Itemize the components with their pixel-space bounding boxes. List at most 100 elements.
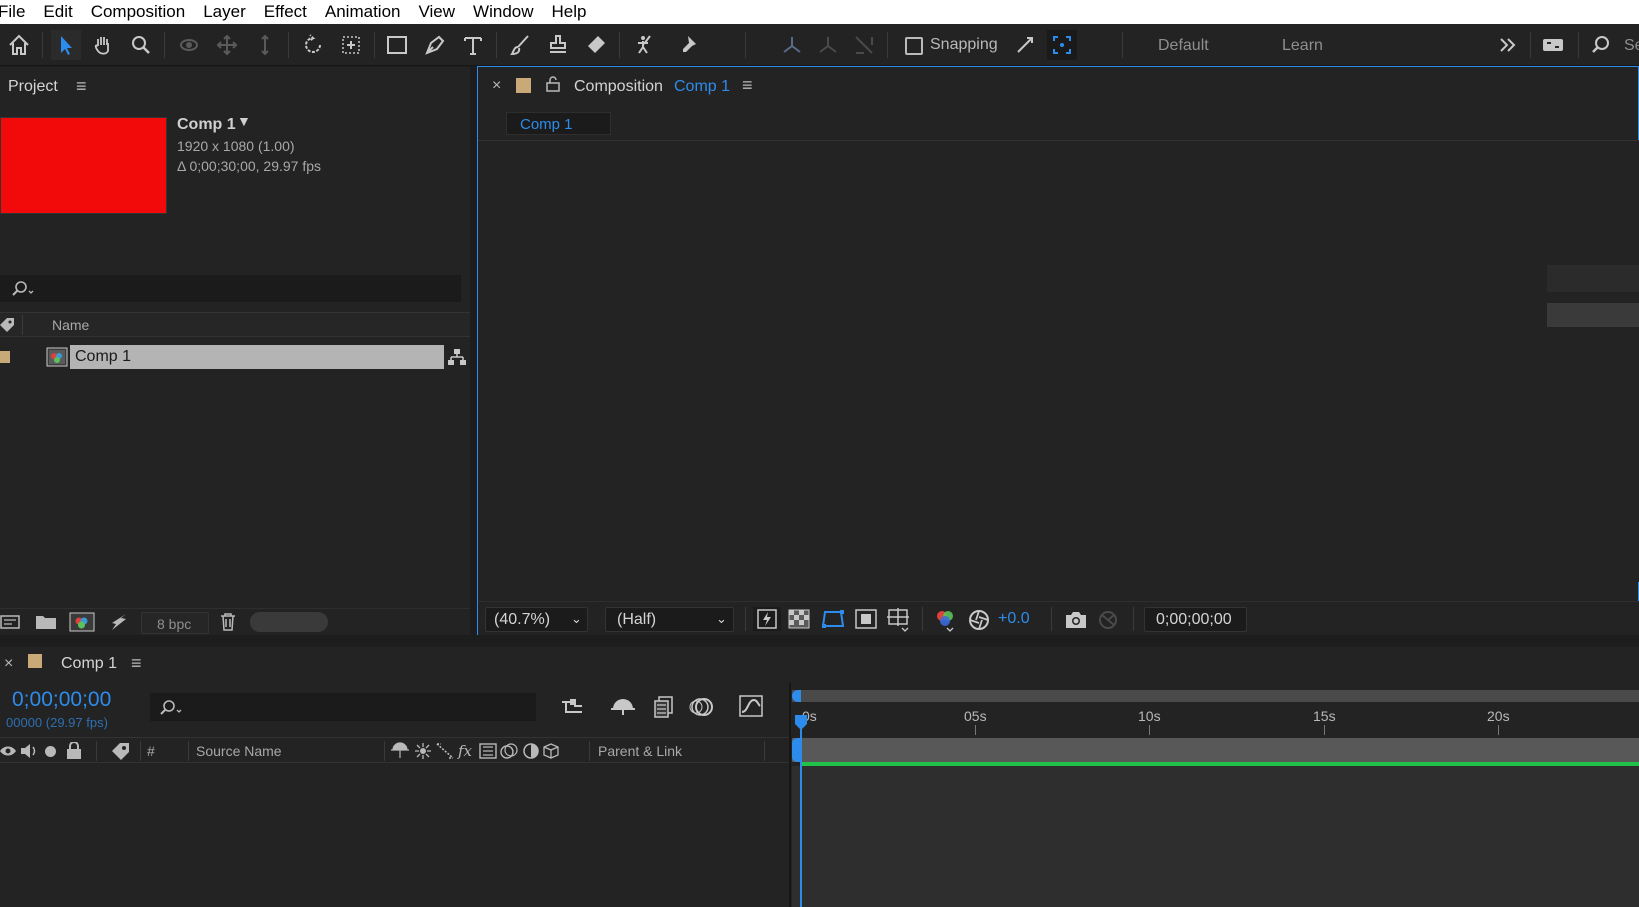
label-color-swatch[interactable] [516, 78, 531, 93]
layer-number-column-header[interactable]: # [147, 743, 155, 759]
anchor-point-tool-icon[interactable] [336, 30, 366, 60]
search-help-input[interactable]: Se [1624, 37, 1639, 55]
exposure-value[interactable]: +0.0 [998, 610, 1030, 628]
close-tab-icon[interactable]: × [4, 655, 13, 673]
world-axis-icon[interactable] [813, 30, 843, 60]
more-workspaces-icon[interactable] [1493, 30, 1523, 60]
source-name-column-header[interactable]: Source Name [196, 743, 282, 759]
timeline-track-area[interactable] [792, 766, 1639, 907]
project-search-input[interactable] [0, 275, 461, 302]
interpret-footage-icon[interactable] [0, 613, 20, 636]
dolly-camera-icon[interactable] [250, 30, 280, 60]
time-navigator-start-handle[interactable] [792, 690, 801, 702]
mask-path-visibility-icon[interactable] [821, 609, 845, 634]
menu-edit[interactable]: Edit [43, 2, 72, 22]
menu-effect[interactable]: Effect [264, 2, 307, 22]
playhead-line[interactable] [800, 729, 802, 907]
camera-icon[interactable] [1064, 610, 1088, 635]
project-panel-title[interactable]: Project [8, 78, 58, 96]
zoom-tool-icon[interactable] [126, 30, 156, 60]
transparency-grid-icon[interactable] [788, 609, 810, 634]
current-time-display[interactable]: 0;00;00;00 [1144, 607, 1247, 632]
brush-tool-icon[interactable] [505, 30, 535, 60]
composition-tab-name[interactable]: Comp 1 [674, 78, 730, 96]
region-of-interest-icon[interactable] [855, 609, 877, 634]
panel-menu-icon[interactable]: ≡ [131, 653, 142, 674]
work-area-bar[interactable] [792, 738, 1639, 762]
show-channel-icon[interactable] [933, 608, 957, 637]
timeline-current-time[interactable]: 0;00;00;00 [12, 688, 111, 712]
project-bit-depth-button[interactable]: 8 bpc [141, 612, 209, 634]
label-column-icon[interactable] [0, 317, 16, 338]
comp-info-dropdown-icon[interactable]: ▼ [237, 113, 251, 129]
composition-tab-prefix[interactable]: Composition [574, 78, 663, 96]
orbit-camera-icon[interactable] [174, 30, 204, 60]
grid-guides-icon[interactable] [886, 607, 912, 638]
graph-editor-icon[interactable] [738, 694, 764, 723]
flowchart-icon[interactable] [448, 349, 466, 370]
timeline-search-input[interactable] [150, 693, 536, 721]
resolution-select[interactable]: (Half) ⌄ [605, 607, 734, 632]
selection-tool-icon[interactable] [51, 30, 81, 60]
menu-file[interactable]: File [0, 2, 25, 22]
clone-stamp-tool-icon[interactable] [543, 30, 573, 60]
menu-composition[interactable]: Composition [91, 2, 186, 22]
fast-previews-icon[interactable] [753, 607, 781, 631]
menu-window[interactable]: Window [473, 2, 533, 22]
shy-layers-icon[interactable] [610, 695, 636, 722]
workspace-default[interactable]: Default [1158, 37, 1209, 55]
trash-icon[interactable] [218, 612, 238, 637]
parent-link-column-header[interactable]: Parent & Link [598, 743, 682, 759]
new-folder-icon[interactable] [35, 613, 57, 636]
frame-blending-icon[interactable] [651, 695, 675, 724]
rectangle-tool-icon[interactable] [382, 30, 412, 60]
pen-tool-icon[interactable] [420, 30, 450, 60]
magnification-select[interactable]: (40.7%) ⌄ [485, 607, 588, 632]
eye-icon[interactable] [0, 744, 16, 763]
label-color-swatch[interactable] [28, 654, 42, 668]
workspace-learn[interactable]: Learn [1282, 37, 1323, 55]
label-column-icon[interactable] [111, 742, 131, 765]
menu-view[interactable]: View [419, 2, 456, 22]
label-color-swatch[interactable] [0, 351, 10, 363]
local-axis-icon[interactable] [777, 30, 807, 60]
close-tab-icon[interactable]: × [492, 77, 501, 95]
time-navigator[interactable] [792, 690, 1639, 702]
search-help-icon[interactable] [1586, 30, 1616, 60]
puppet-pin-tool-icon[interactable] [675, 30, 705, 60]
layer-outline-area[interactable] [0, 764, 790, 907]
rotate-tool-icon[interactable] [298, 30, 328, 60]
snap-edges-icon[interactable] [1010, 30, 1040, 60]
solo-icon[interactable] [45, 746, 56, 757]
name-column-header[interactable]: Name [52, 317, 89, 333]
new-composition-icon[interactable] [69, 612, 95, 637]
menu-animation[interactable]: Animation [325, 2, 401, 22]
pan-camera-icon[interactable] [212, 30, 242, 60]
flow-tab-comp[interactable]: Comp 1 [506, 112, 611, 135]
panel-menu-icon[interactable]: ≡ [742, 75, 753, 96]
time-ruler[interactable]: 0s 05s 10s 15s 20s [792, 703, 1639, 737]
snapping-checkbox[interactable] [905, 37, 923, 55]
timeline-tab-name[interactable]: Comp 1 [61, 655, 117, 673]
exposure-reset-icon[interactable] [968, 609, 990, 636]
home-icon[interactable] [4, 30, 34, 60]
panel-menu-icon[interactable]: ≡ [76, 76, 87, 97]
view-axis-icon[interactable] [849, 30, 879, 60]
speaker-icon[interactable] [20, 743, 38, 764]
project-scrollbar[interactable] [250, 612, 328, 632]
composition-viewer[interactable] [478, 141, 1639, 582]
motion-blur-icon[interactable] [689, 695, 715, 724]
list-item[interactable]: Comp 1 [0, 345, 470, 369]
menu-layer[interactable]: Layer [203, 2, 246, 22]
type-tool-icon[interactable] [458, 30, 488, 60]
hand-tool-icon[interactable] [88, 30, 118, 60]
comp-flowchart-icon[interactable] [560, 696, 586, 723]
adobe-dynamic-link-icon[interactable] [108, 613, 128, 636]
roto-brush-tool-icon[interactable] [628, 30, 658, 60]
menu-help[interactable]: Help [552, 2, 587, 22]
lock-icon[interactable] [546, 76, 560, 97]
show-snapshot-icon[interactable] [1096, 609, 1120, 636]
layer-switches-icons[interactable]: fx [391, 742, 571, 765]
lock-icon[interactable] [66, 741, 82, 764]
workspace-settings-icon[interactable] [1538, 30, 1568, 60]
